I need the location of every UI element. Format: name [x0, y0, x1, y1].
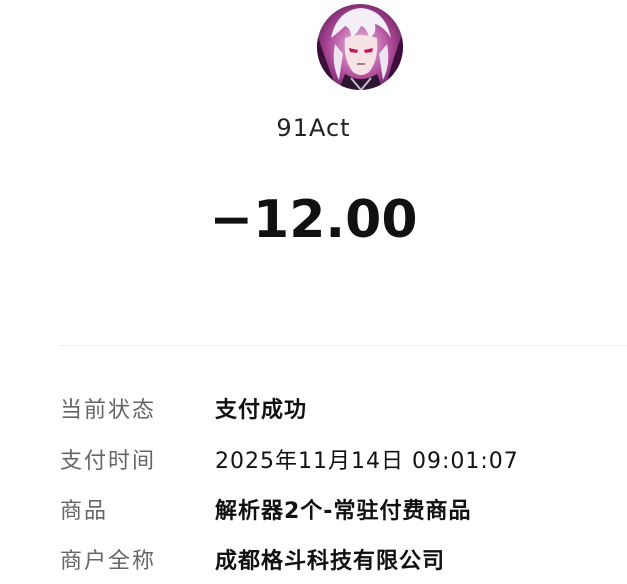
detail-value-pay-time: 2025年11月14日 09:01:07 — [215, 449, 519, 474]
payment-detail-page: 91Act −12.00 当前状态 支付成功 支付时间 2025年11月14日 … — [0, 0, 627, 584]
merchant-name: 91Act — [276, 114, 351, 142]
detail-row-product: 商品 解析器2个-常驻付费商品 — [0, 493, 627, 527]
payment-amount: −12.00 — [209, 190, 418, 250]
detail-label-pay-time: 支付时间 — [60, 449, 157, 474]
detail-row-status: 当前状态 支付成功 — [0, 392, 627, 426]
detail-label-product: 商品 — [60, 499, 109, 524]
merchant-avatar — [317, 4, 403, 90]
detail-row-merchant-full-name: 商户全称 成都格斗科技有限公司 — [0, 543, 627, 577]
detail-label-merchant-full-name: 商户全称 — [60, 549, 157, 574]
anime-character-avatar-icon — [317, 4, 403, 90]
detail-value-product: 解析器2个-常驻付费商品 — [215, 499, 472, 524]
detail-value-status: 支付成功 — [215, 398, 308, 423]
detail-label-status: 当前状态 — [60, 398, 157, 423]
section-divider — [58, 345, 627, 346]
detail-value-merchant-full-name: 成都格斗科技有限公司 — [215, 549, 446, 574]
detail-row-pay-time: 支付时间 2025年11月14日 09:01:07 — [0, 443, 627, 477]
